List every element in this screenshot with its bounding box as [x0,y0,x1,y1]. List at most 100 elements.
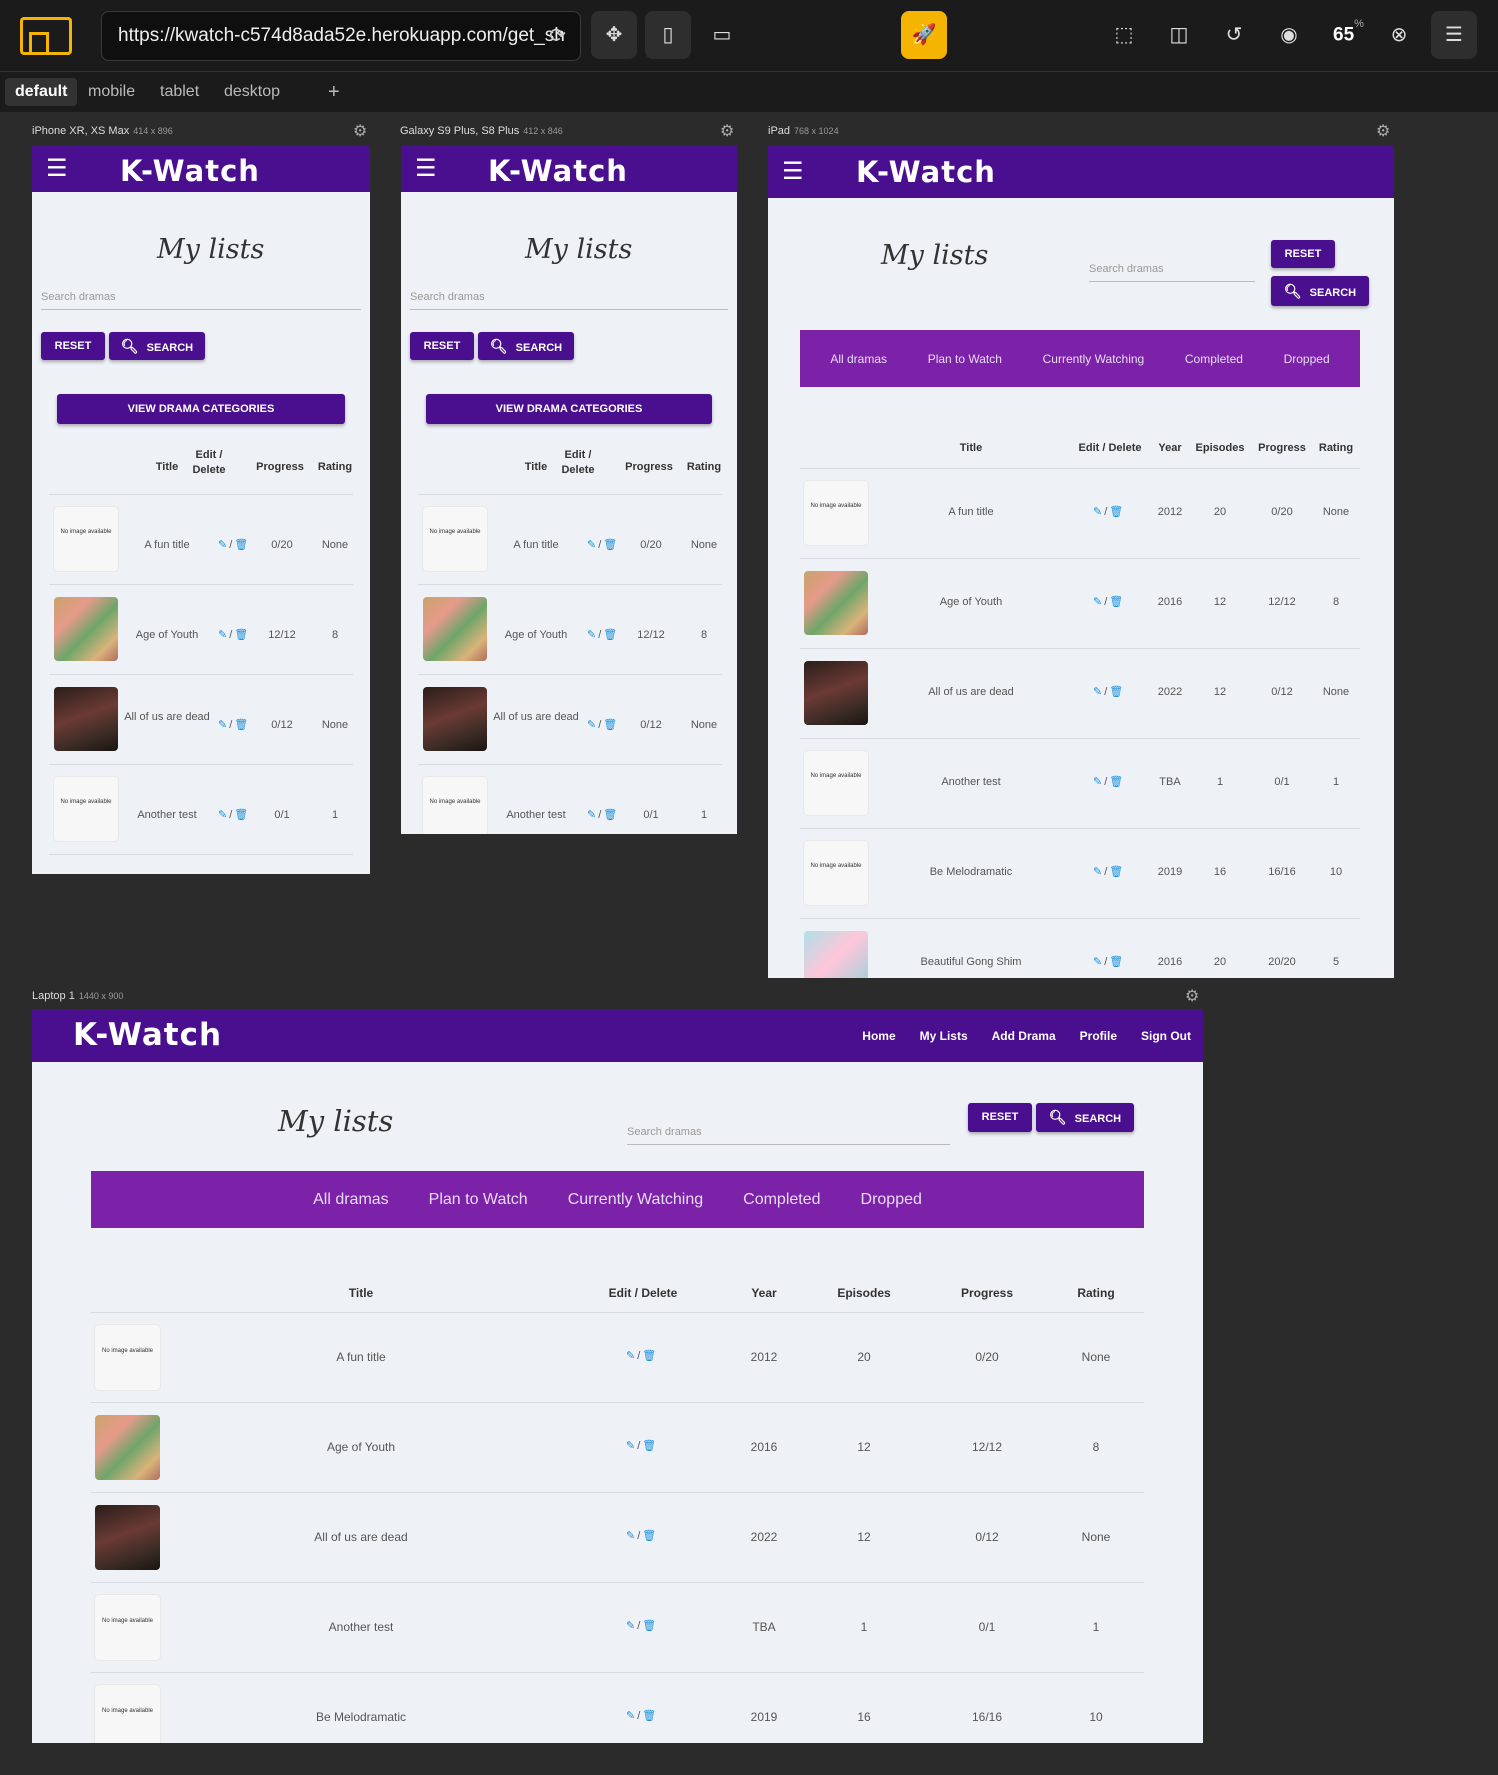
reset-button[interactable]: RESET [41,332,105,360]
drama-title[interactable]: Age of Youth [493,628,579,643]
search-input[interactable]: Search dramas [41,291,361,310]
tab-completed[interactable]: Completed [743,1191,820,1209]
edit-icon[interactable]: ✎ [1093,776,1102,788]
close-circle-icon[interactable]: ⊗ [1376,11,1422,59]
rotate-layout-icon[interactable]: ◫ [1156,11,1202,59]
tab-plan-to-watch[interactable]: Plan to Watch [928,352,1002,366]
tab-all-dramas[interactable]: All dramas [830,352,887,366]
gear-icon[interactable]: ⚙ [1376,121,1390,141]
tab-default[interactable]: default [5,78,78,106]
drama-title[interactable]: Be Melodramatic [261,1709,461,1726]
edit-icon[interactable]: ✎ [587,539,596,551]
delete-icon[interactable]: 🗑︎ [234,539,248,551]
reset-button[interactable]: RESET [1271,240,1335,268]
delete-icon[interactable]: 🗑︎ [642,1530,656,1542]
delete-icon[interactable]: 🗑︎ [234,809,248,821]
delete-icon[interactable]: 🗑︎ [603,629,617,641]
delete-icon[interactable]: 🗑︎ [234,629,248,641]
delete-icon[interactable]: 🗑︎ [642,1620,656,1632]
drama-title[interactable]: All of us are dead [911,685,1031,700]
search-button[interactable]: 🔍︎ SEARCH [1271,276,1369,306]
delete-icon[interactable]: 🗑︎ [642,1350,656,1362]
brand-logo[interactable]: K-Watch [856,155,996,189]
nav-add-drama[interactable]: Add Drama [992,1029,1056,1043]
edit-icon[interactable]: ✎ [587,809,596,821]
camera-icon[interactable]: ◉ [1266,11,1312,59]
inspect-cursor-icon[interactable]: ✥ [591,11,637,59]
zoom-level[interactable]: 65% [1333,18,1364,46]
tab-dropped[interactable]: Dropped [861,1191,922,1209]
rocket-icon[interactable]: 🚀 [901,11,947,59]
drama-title[interactable]: Another test [124,808,210,823]
edit-icon[interactable]: ✎ [587,719,596,731]
touch-mode-icon[interactable]: ▯ [645,11,691,59]
delete-icon[interactable]: 🗑︎ [642,1710,656,1722]
edit-icon[interactable]: ✎ [1093,686,1102,698]
nav-profile[interactable]: Profile [1080,1029,1117,1043]
edit-icon[interactable]: ✎ [1093,956,1102,968]
search-input[interactable]: Search dramas [627,1126,950,1145]
delete-icon[interactable]: 🗑︎ [1109,866,1123,878]
view-categories-button[interactable]: VIEW DRAMA CATEGORIES [57,394,345,424]
nav-my-lists[interactable]: My Lists [920,1029,968,1043]
edit-icon[interactable]: ✎ [587,629,596,641]
drama-title[interactable]: Another test [261,1619,461,1636]
hamburger-icon[interactable]: ☰ [782,160,804,184]
drama-title[interactable]: Be Melodramatic [911,865,1031,880]
nav-home[interactable]: Home [862,1029,895,1043]
delete-icon[interactable]: 🗑︎ [1109,506,1123,518]
gear-icon[interactable]: ⚙ [1185,986,1199,1006]
search-input[interactable]: Search dramas [410,291,728,310]
nav-sign-out[interactable]: Sign Out [1141,1029,1191,1043]
brand-logo[interactable]: K-Watch [488,154,628,188]
reset-button[interactable]: RESET [968,1103,1032,1132]
drama-title[interactable]: All of us are dead [493,710,579,725]
hamburger-icon[interactable]: ☰ [415,157,437,181]
drama-title[interactable]: A fun title [493,538,579,553]
table-row[interactable] [91,1672,1144,1743]
tab-completed[interactable]: Completed [1185,352,1243,366]
menu-icon[interactable]: ☰ [1431,11,1477,59]
delete-icon[interactable]: 🗑︎ [603,539,617,551]
edit-icon[interactable]: ✎ [1093,596,1102,608]
delete-icon[interactable]: 🗑︎ [603,809,617,821]
screenshot-area-icon[interactable]: ⬚ [1101,11,1147,59]
drama-title[interactable]: A fun title [261,1349,461,1366]
reset-button[interactable]: RESET [410,332,474,360]
edit-icon[interactable]: ✎ [626,1710,635,1722]
tab-all-dramas[interactable]: All dramas [313,1191,389,1209]
drama-title[interactable]: Another test [911,775,1031,790]
drama-title[interactable]: A fun title [911,505,1031,520]
tab-tablet[interactable]: tablet [150,78,209,106]
devices-icon[interactable]: ▭ [699,11,745,59]
brand-logo[interactable]: K-Watch [73,1017,222,1053]
add-tab-button[interactable]: + [318,78,350,106]
search-button[interactable]: 🔍︎ SEARCH [109,332,205,360]
tab-currently-watching[interactable]: Currently Watching [568,1191,703,1209]
drama-title[interactable]: All of us are dead [124,710,210,725]
gear-icon[interactable]: ⚙ [720,121,734,141]
drama-title[interactable]: Age of Youth [124,628,210,643]
delete-icon[interactable]: 🗑︎ [642,1440,656,1452]
delete-icon[interactable]: 🗑︎ [1109,686,1123,698]
tab-plan-to-watch[interactable]: Plan to Watch [429,1191,528,1209]
edit-icon[interactable]: ✎ [626,1530,635,1542]
edit-icon[interactable]: ✎ [218,539,227,551]
view-categories-button[interactable]: VIEW DRAMA CATEGORIES [426,394,712,424]
edit-icon[interactable]: ✎ [626,1440,635,1452]
drama-title[interactable]: Another test [493,808,579,823]
tab-mobile[interactable]: mobile [78,78,145,106]
search-input[interactable]: Search dramas [1089,263,1255,282]
delete-icon[interactable]: 🗑︎ [1109,776,1123,788]
reload-icon[interactable]: ⟳ [549,12,566,60]
hamburger-icon[interactable]: ☰ [46,157,68,181]
brand-logo[interactable]: K-Watch [120,154,260,188]
delete-icon[interactable]: 🗑︎ [1109,956,1123,968]
gear-icon[interactable]: ⚙ [353,121,367,141]
edit-icon[interactable]: ✎ [218,719,227,731]
drama-title[interactable]: All of us are dead [261,1529,461,1546]
edit-icon[interactable]: ✎ [626,1350,635,1362]
drama-title[interactable]: A fun title [124,538,210,553]
edit-icon[interactable]: ✎ [626,1620,635,1632]
drama-title[interactable]: Age of Youth [911,595,1031,610]
